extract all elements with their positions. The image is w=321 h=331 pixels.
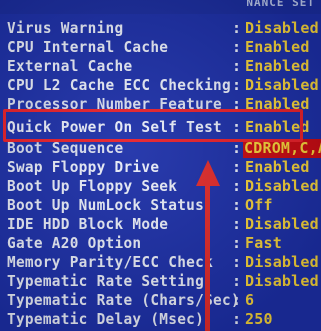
setting-row-typematic-rate-setting[interactable]: Typematic Rate Setting : Disabled (0, 272, 321, 291)
separator: : (232, 38, 242, 56)
setting-value[interactable]: Enabled (245, 38, 310, 57)
setting-value[interactable]: 6 (245, 291, 254, 310)
setting-value[interactable]: Disabled (245, 272, 319, 291)
setting-value[interactable]: Disabled (245, 19, 319, 38)
setting-row-external-cache[interactable]: External Cache : Enabled (0, 57, 321, 76)
setting-value[interactable]: 250 (245, 310, 273, 329)
setting-label: Boot Up NumLock Status (7, 196, 205, 214)
separator: : (232, 57, 242, 75)
setting-value[interactable]: Disabled (245, 76, 319, 95)
setting-label: External Cache (7, 57, 133, 75)
setting-value[interactable]: Enabled (245, 158, 310, 177)
setting-label: IDE HDD Block Mode (7, 215, 169, 233)
setting-label: CPU Internal Cache (7, 38, 169, 56)
bios-setup-screen: NANCE SET Virus Warning : Disabled CPU I… (0, 0, 321, 331)
separator: : (232, 291, 242, 309)
setting-value[interactable]: Enabled (245, 57, 310, 76)
setting-label: Gate A20 Option (7, 234, 142, 252)
separator: : (232, 234, 242, 252)
setting-value[interactable]: Disabled (245, 215, 319, 234)
setting-label: Swap Floppy Drive (7, 158, 160, 176)
annotation-highlight-box (3, 109, 303, 142)
setting-row-memory-parity-ecc[interactable]: Memory Parity/ECC Check : Disabled (0, 253, 321, 272)
setting-label: CPU L2 Cache ECC Checking (7, 76, 231, 94)
setting-row-boot-up-numlock[interactable]: Boot Up NumLock Status : Off (0, 196, 321, 215)
separator: : (232, 310, 242, 328)
separator: : (232, 196, 242, 214)
setting-label: Memory Parity/ECC Check (7, 253, 214, 271)
setting-row-cpu-l2-cache-ecc[interactable]: CPU L2 Cache ECC Checking : Disabled (0, 76, 321, 95)
setting-row-typematic-delay[interactable]: Typematic Delay (Msec) : 250 (0, 310, 321, 329)
setting-label: Boot Up Floppy Seek (7, 177, 178, 195)
separator: : (232, 215, 242, 233)
separator: : (232, 253, 242, 271)
setting-row-ide-hdd-block-mode[interactable]: IDE HDD Block Mode : Disabled (0, 215, 321, 234)
separator: : (232, 272, 242, 290)
setting-value[interactable]: Disabled (245, 253, 319, 272)
setting-row-gate-a20-option[interactable]: Gate A20 Option : Fast (0, 234, 321, 253)
annotation-arrow-shaft (205, 182, 210, 331)
separator: : (232, 177, 242, 195)
setting-row-swap-floppy-drive[interactable]: Swap Floppy Drive : Enabled (0, 158, 321, 177)
title-bar: NANCE SET (0, 0, 321, 14)
separator: : (232, 76, 242, 94)
window-title: NANCE SET (246, 0, 315, 9)
setting-label: Virus Warning (7, 19, 124, 37)
setting-row-virus-warning[interactable]: Virus Warning : Disabled (0, 19, 321, 38)
setting-value[interactable]: Fast (245, 234, 282, 253)
setting-value[interactable]: Off (245, 196, 273, 215)
setting-row-typematic-rate[interactable]: Typematic Rate (Chars/Sec) : 6 (0, 291, 321, 310)
separator: : (232, 19, 242, 37)
setting-label: Typematic Delay (Msec) (7, 310, 205, 328)
separator: : (232, 158, 242, 176)
setting-value[interactable]: Disabled (245, 177, 319, 196)
setting-label: Typematic Rate Setting (7, 272, 205, 290)
setting-row-cpu-internal-cache[interactable]: CPU Internal Cache : Enabled (0, 38, 321, 57)
setting-row-boot-up-floppy-seek[interactable]: Boot Up Floppy Seek : Disabled (0, 177, 321, 196)
